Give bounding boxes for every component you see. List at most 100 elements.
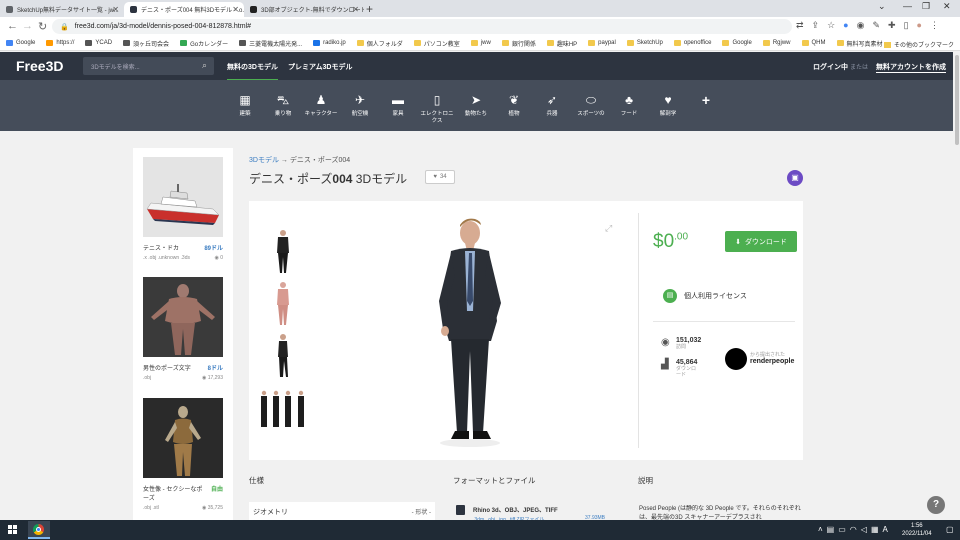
thumbnail-front[interactable]: [259, 227, 307, 275]
bookmark-item[interactable]: https://: [46, 40, 74, 46]
scrollbar-thumb[interactable]: [955, 55, 959, 145]
restore-icon[interactable]: ❐: [922, 1, 930, 12]
window-close-icon[interactable]: ✕: [943, 1, 951, 12]
chrome-taskbar-button[interactable]: [28, 521, 50, 539]
volume-icon[interactable]: ◁: [861, 525, 867, 534]
thumbnail-group[interactable]: [257, 389, 309, 437]
category-anatomy[interactable]: ♥ 解剖学: [649, 94, 687, 118]
close-icon[interactable]: ✕: [232, 5, 239, 14]
category-plants[interactable]: ❦ 植物: [495, 94, 533, 118]
avatar[interactable]: [725, 348, 747, 370]
related-model-card[interactable]: テニス・ドカ 89ドル .x .obj .unknown .3ds ◉ 0: [143, 157, 225, 261]
category-food[interactable]: ♣ フード: [610, 94, 648, 118]
battery-icon[interactable]: ▭: [838, 525, 846, 534]
breadcrumb-root-link[interactable]: 3Dモデル: [249, 157, 279, 164]
bookmark-folder[interactable]: パソコン教室: [413, 39, 460, 48]
thumbnail-texture[interactable]: [259, 279, 307, 327]
login-link[interactable]: ログイン中: [813, 62, 848, 72]
bookmark-folder[interactable]: 無料写真素材: [836, 39, 883, 48]
related-model-card[interactable]: 女性像 - セクシーなポーズ 自由 .obj .stl ◉ 35,725: [143, 398, 225, 511]
extension-icon[interactable]: ◉: [857, 20, 865, 31]
tab-free3d[interactable]: デニス・ポーズ004 無料3Dモデル - .o... ✕: [124, 2, 244, 17]
bookmark-folder[interactable]: jww: [470, 40, 491, 46]
model-thumbnail[interactable]: [143, 157, 223, 237]
signup-link[interactable]: 無料アカウントを作成: [876, 62, 946, 73]
other-bookmarks[interactable]: その他のブックマーク: [883, 40, 954, 49]
tab-3dobject[interactable]: 3D部オブジェクト-無料でダウンロードPT... ✕: [244, 2, 364, 17]
model-name[interactable]: 女性像 - セクシーなポーズ 自由: [143, 484, 223, 502]
url-field[interactable]: 🔒 free3d.com/ja/3d-model/dennis-posed-00…: [52, 19, 792, 34]
category-more[interactable]: +: [687, 93, 725, 107]
close-icon[interactable]: ✕: [352, 5, 359, 14]
chevron-down-icon[interactable]: ⌄: [878, 1, 886, 12]
extension-color-icon[interactable]: ●: [843, 20, 848, 31]
bookmark-item[interactable]: 三菱電機太陽光発...: [239, 39, 302, 48]
wifi-icon[interactable]: ◠: [850, 525, 857, 534]
category-animals[interactable]: ➤ 動物たち: [457, 94, 495, 118]
model-name[interactable]: テニス・ドカ 89ドル: [143, 243, 223, 252]
network-icon[interactable]: ▤: [827, 525, 835, 534]
help-button[interactable]: ?: [927, 496, 945, 514]
bookmark-folder[interactable]: 趣味HP: [546, 39, 577, 48]
chevron-up-icon[interactable]: ˄: [818, 525, 823, 534]
new-tab-button[interactable]: +: [366, 2, 373, 16]
bookmark-folder[interactable]: SketchUp: [626, 40, 663, 46]
bookmark-item[interactable]: YCAD: [85, 40, 112, 46]
bookmark-folder[interactable]: 銀行関係: [501, 39, 536, 48]
minimize-icon[interactable]: —: [903, 1, 912, 11]
bookmark-item[interactable]: radiko.jp: [313, 40, 346, 46]
keyboard-icon[interactable]: ▦: [871, 525, 879, 534]
star-icon[interactable]: ☆: [827, 20, 835, 31]
model-name[interactable]: 男性のポーズ文字 8ドル: [143, 363, 223, 372]
ime-icon[interactable]: A: [883, 525, 888, 534]
category-characters[interactable]: ♟ キャラクター: [302, 94, 340, 118]
bookmark-folder[interactable]: QHM: [801, 40, 826, 46]
nav-premium-models[interactable]: プレミアム3Dモデル: [288, 62, 352, 72]
bookmark-folder[interactable]: Rgjww: [762, 40, 791, 46]
author-name[interactable]: renderpeople: [750, 358, 794, 365]
bookmark-folder[interactable]: Google: [722, 40, 752, 46]
edit-icon[interactable]: ✎: [872, 20, 880, 31]
taskbar-clock[interactable]: 1:56 2022/11/04: [902, 522, 932, 538]
category-aircraft[interactable]: ✈ 航空機: [341, 94, 379, 118]
expand-icon[interactable]: ⤢: [605, 223, 612, 234]
bookmark-item[interactable]: Google: [6, 40, 35, 46]
nav-free-models[interactable]: 無料の3Dモデル: [227, 62, 278, 81]
forward-icon[interactable]: →: [22, 20, 33, 32]
search-icon[interactable]: ⌕: [202, 60, 207, 71]
sidebar-icon[interactable]: ▯: [904, 20, 909, 31]
profile-avatar-icon[interactable]: ●: [917, 20, 922, 31]
tab-sketchup[interactable]: SketchUp無料データサイト一覧 - jw... ✕: [0, 2, 124, 17]
bookmark-folder[interactable]: 個人フォルダ: [356, 39, 403, 48]
download-button[interactable]: ⬇ ダウンロード: [725, 231, 797, 252]
close-icon[interactable]: ✕: [112, 5, 119, 14]
related-model-card[interactable]: 男性のポーズ文字 8ドル .obj ◉ 17,293: [143, 277, 225, 381]
site-logo[interactable]: Free3D: [16, 58, 63, 74]
model-thumbnail[interactable]: [143, 277, 223, 357]
category-electronics[interactable]: ▯ エレクトロニクス: [418, 94, 456, 125]
category-architecture[interactable]: ▦ 建築: [226, 94, 264, 118]
like-button[interactable]: ♥ 34: [425, 170, 455, 184]
category-vehicles[interactable]: ⛍ 乗り物: [264, 94, 302, 118]
model-thumbnail[interactable]: [143, 398, 223, 478]
puzzle-icon[interactable]: ✚: [888, 20, 896, 31]
bookmark-item[interactable]: 須ヶ丘司会会: [123, 39, 169, 48]
bookmark-folder[interactable]: openoffice: [673, 40, 711, 46]
back-icon[interactable]: ←: [7, 20, 18, 32]
share-icon[interactable]: ⇪: [812, 20, 820, 31]
main-model-image[interactable]: [315, 211, 639, 449]
viewer-3d-button[interactable]: ▣: [787, 170, 803, 186]
category-furniture[interactable]: ▬ 家具: [379, 94, 417, 118]
thumbnail-side[interactable]: [259, 331, 307, 379]
translate-icon[interactable]: ⇄: [796, 20, 804, 31]
bookmark-item[interactable]: Goカレンダー: [180, 39, 228, 48]
category-weapons[interactable]: ➶ 兵器: [533, 94, 571, 118]
windows-start-icon[interactable]: [8, 525, 18, 535]
menu-icon[interactable]: ⋮: [930, 20, 939, 31]
license-info[interactable]: ▤ 個人利用ライセンス: [663, 289, 747, 303]
notification-icon[interactable]: ▢: [946, 525, 954, 534]
search-input[interactable]: 3Dモデルを検索... ⌕: [83, 57, 214, 75]
category-sports[interactable]: ⬭ スポーツの: [572, 94, 610, 118]
bookmark-folder[interactable]: paypal: [588, 40, 616, 46]
reload-icon[interactable]: ↻: [38, 20, 47, 33]
